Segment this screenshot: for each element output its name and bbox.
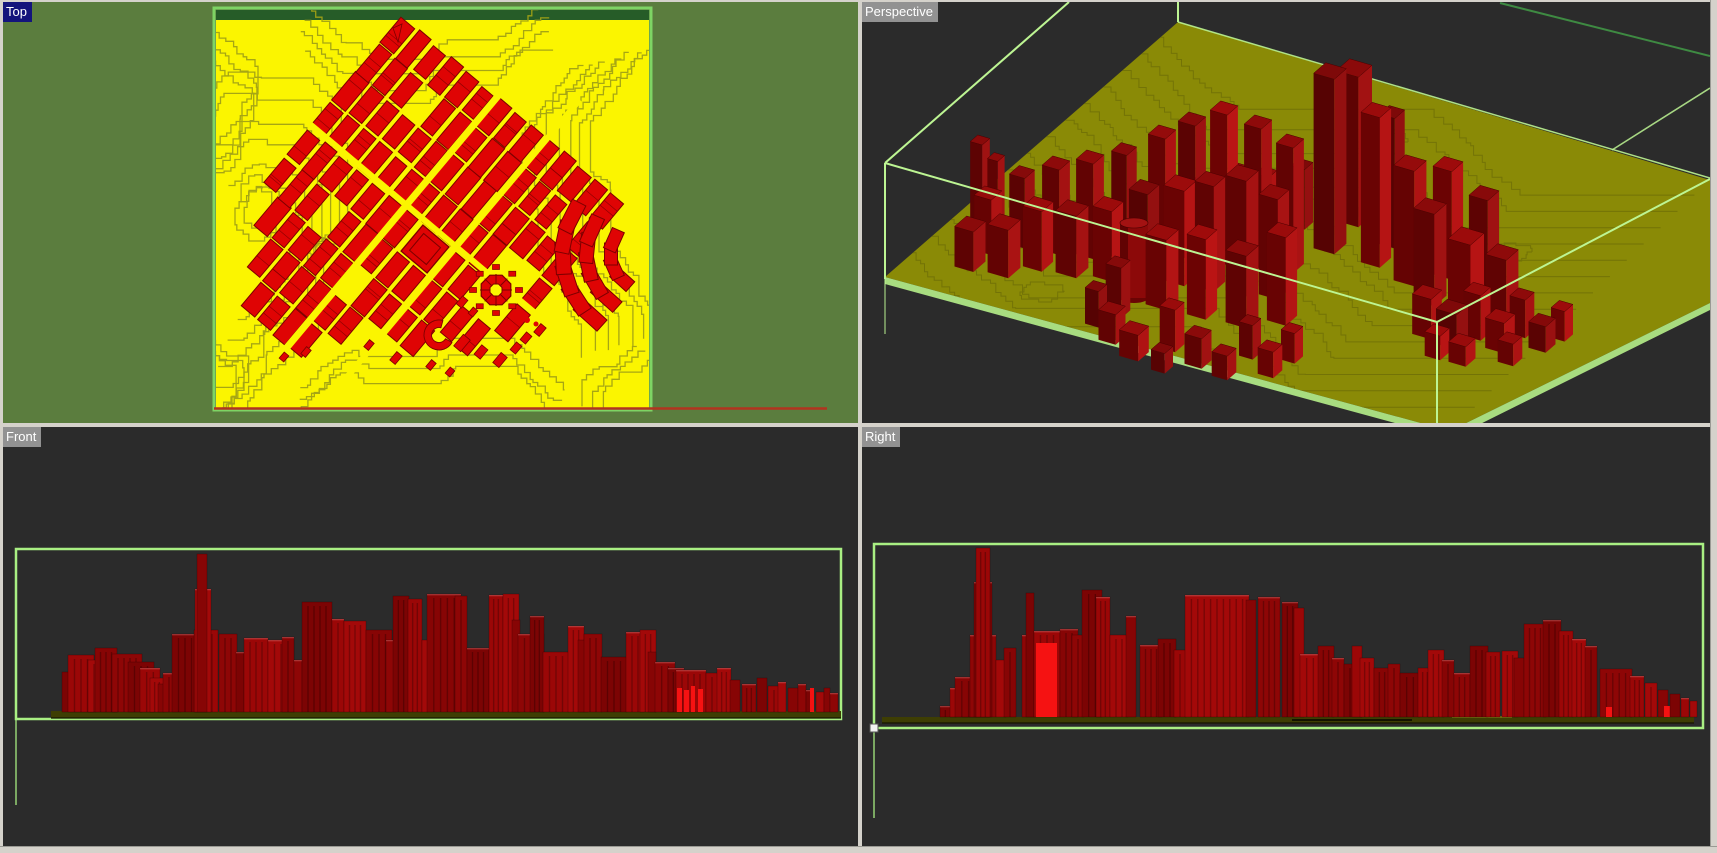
application-window: Top Perspective Front Right [0,0,1717,853]
viewport-right[interactable]: Right [862,427,1710,846]
right-skyline [869,542,1705,818]
viewport-label-front[interactable]: Front [3,427,42,447]
right-view-canvas [869,542,1705,818]
viewport-label-perspective[interactable]: Perspective [862,2,938,22]
viewport-top[interactable]: Top [3,2,858,423]
window-border-top [0,0,1717,2]
viewport-front[interactable]: Front [3,427,858,846]
viewport-perspective[interactable]: Perspective [862,2,1710,423]
viewport-label-right[interactable]: Right [862,427,901,447]
window-border-bottom [0,846,1717,853]
window-border-right [1710,0,1717,853]
selection-handle[interactable] [869,723,879,733]
viewport-splitter-horizontal[interactable] [0,423,1717,427]
viewport-label-top[interactable]: Top [3,2,32,22]
front-view-canvas [14,547,843,805]
top-view-canvas [212,6,827,412]
front-skyline [14,547,843,805]
perspective-view-canvas [884,2,1710,423]
